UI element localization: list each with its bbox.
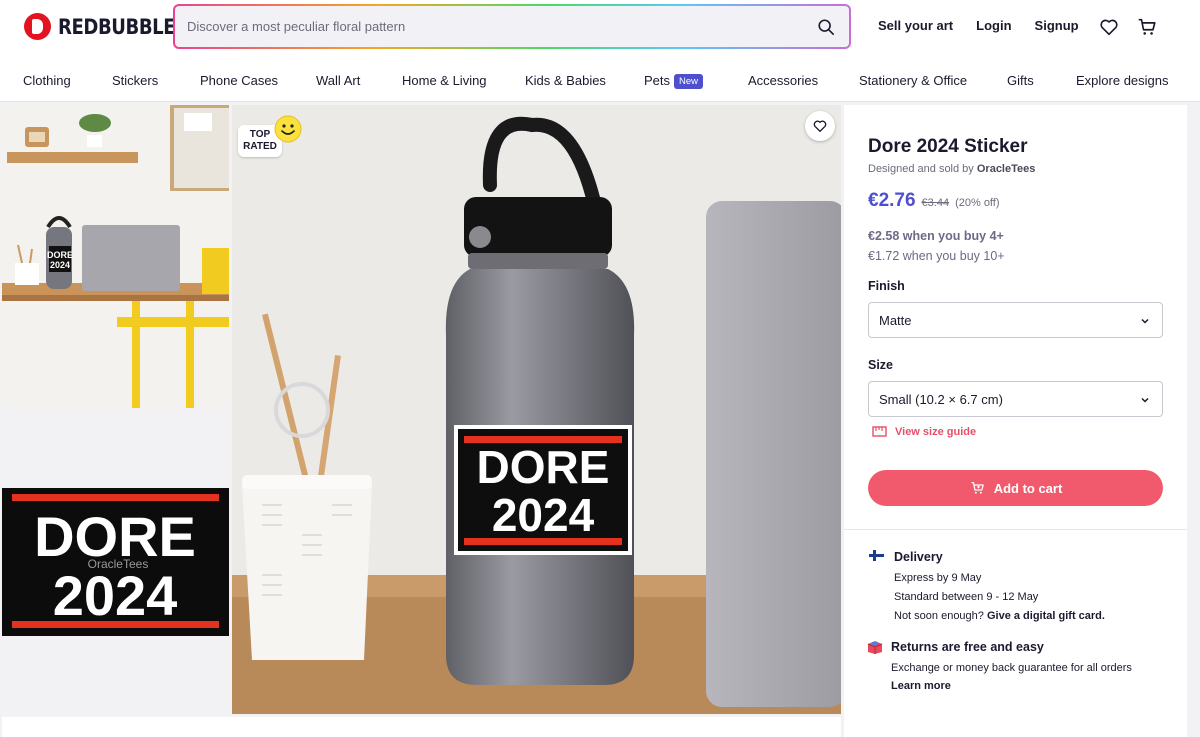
main-product-image[interactable]: DORE 2024 TOP RATED <box>232 105 841 714</box>
favorite-button[interactable] <box>805 111 835 141</box>
nav-kids-babies[interactable]: Kids & Babies <box>525 73 606 88</box>
delivery-express: Express by 9 May <box>894 572 982 584</box>
redbubble-logo[interactable]: REDBUBBLE <box>24 13 194 40</box>
nav-clothing[interactable]: Clothing <box>23 73 71 88</box>
sticker-thumbnail-image: DORE 2024 OracleTees <box>2 488 229 636</box>
designed-by: Designed and sold by OracleTees <box>868 163 1035 175</box>
nav-gifts[interactable]: Gifts <box>1007 73 1034 88</box>
returns-text: Exchange or money back guarantee for all… <box>891 662 1132 674</box>
size-select[interactable]: Small (10.2 × 6.7 cm) <box>868 381 1163 417</box>
add-to-cart-label: Add to cart <box>993 480 1063 496</box>
header-links: Sell your art Login Signup <box>878 18 1102 33</box>
top-rated-badge: TOP RATED <box>238 115 308 159</box>
delivery-not-soon: Not soon enough? Give a digital gift car… <box>894 610 1105 622</box>
signup-link[interactable]: Signup <box>1035 18 1079 33</box>
nav-pets[interactable]: Pets New <box>644 73 704 89</box>
finish-label: Finish <box>868 279 905 293</box>
discount-label: (20% off) <box>955 197 1000 209</box>
new-badge: New <box>674 74 704 89</box>
thumb1-sticker-line2: 2024 <box>50 260 70 270</box>
size-guide-label: View size guide <box>895 425 977 438</box>
delivery-standard: Standard between 9 - 12 May <box>894 591 1039 603</box>
finish-value: Matte <box>879 313 912 328</box>
ruler-icon <box>872 426 887 437</box>
gallery-thumbnail-sticker[interactable]: DORE 2024 OracleTees <box>2 488 229 636</box>
original-price: €3.44 <box>921 197 950 209</box>
product-title: Dore 2024 Sticker <box>868 136 1028 157</box>
panel-divider <box>844 529 1187 530</box>
sell-your-art-link[interactable]: Sell your art <box>878 18 953 33</box>
learn-more-link[interactable]: Learn more <box>891 680 951 692</box>
size-label: Size <box>868 358 894 372</box>
search-box <box>175 6 849 47</box>
thumb-watermark: OracleTees <box>88 557 149 571</box>
smiley-icon <box>274 115 302 143</box>
top-header: REDBUBBLE Sell your art Login Signup <box>0 0 1200 56</box>
finland-flag-icon <box>869 550 884 561</box>
login-link[interactable]: Login <box>976 18 1011 33</box>
bulk-price-10: €1.72 when you buy 10+ <box>868 249 1005 263</box>
category-nav: Clothing Stickers Phone Cases Wall Art H… <box>0 56 1200 102</box>
bulk-price-4: €2.58 when you buy 4+ <box>868 229 1004 243</box>
not-soon-text: Not soon enough? <box>894 610 984 622</box>
size-value: Small (10.2 × 6.7 cm) <box>879 392 1003 407</box>
gallery-bottom-strip <box>2 717 841 737</box>
finish-select[interactable]: Matte <box>868 302 1163 338</box>
desk-scene-image: DORE 2024 <box>2 105 229 408</box>
thumb-sticker-line2: 2024 <box>53 564 178 627</box>
chevron-down-icon <box>1141 397 1149 403</box>
heart-outline-icon <box>813 120 827 132</box>
search-icon[interactable] <box>817 18 835 36</box>
price-row: €2.76 €3.44 (20% off) <box>868 190 1000 212</box>
main-sticker-line1: DORE <box>477 441 610 493</box>
logo-mark-icon <box>24 13 51 40</box>
search-input[interactable] <box>175 6 775 47</box>
nav-home-living[interactable]: Home & Living <box>402 73 487 88</box>
returns-title: Returns are free and easy <box>891 640 1044 654</box>
returns-box-icon <box>867 641 883 654</box>
water-bottle-scene: DORE 2024 <box>232 105 841 714</box>
main-sticker-line2: 2024 <box>492 489 595 541</box>
product-panel: Dore 2024 Sticker Designed and sold by O… <box>844 105 1187 737</box>
nav-explore-designs[interactable]: Explore designs <box>1076 73 1169 88</box>
cart-plus-icon <box>971 482 984 494</box>
search-bar <box>173 4 851 49</box>
heart-icon[interactable] <box>1098 16 1120 38</box>
nav-phone-cases[interactable]: Phone Cases <box>200 73 278 88</box>
delivery-title: Delivery <box>894 550 943 564</box>
gallery-thumbnail-lifestyle[interactable]: DORE 2024 <box>2 105 229 408</box>
nav-stationery-office[interactable]: Stationery & Office <box>859 73 967 88</box>
nav-stickers[interactable]: Stickers <box>112 73 158 88</box>
designed-prefix: Designed and sold by <box>868 163 974 175</box>
nav-wall-art[interactable]: Wall Art <box>316 73 360 88</box>
nav-pets-label: Pets <box>644 73 671 88</box>
current-price: €2.76 <box>868 190 916 211</box>
gift-card-link[interactable]: Give a digital gift card. <box>987 610 1105 622</box>
size-guide-link[interactable]: View size guide <box>872 425 976 438</box>
cart-icon[interactable] <box>1136 16 1158 38</box>
thumb1-sticker-line1: DORE <box>47 250 73 260</box>
logo-text: REDBUBBLE <box>58 14 176 39</box>
chevron-down-icon <box>1141 318 1149 324</box>
nav-accessories[interactable]: Accessories <box>748 73 818 88</box>
designer-link[interactable]: OracleTees <box>977 163 1036 175</box>
add-to-cart-button[interactable]: Add to cart <box>868 470 1163 506</box>
